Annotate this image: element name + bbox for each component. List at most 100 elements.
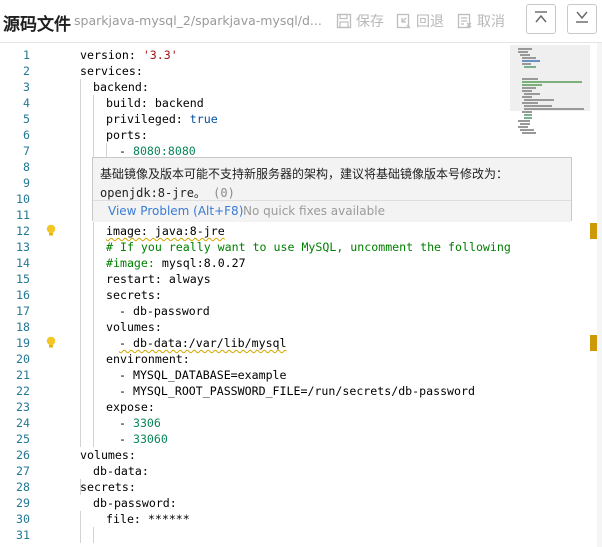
line-number: 24	[16, 416, 30, 430]
code-line: expose:	[106, 400, 155, 414]
line-number: 28	[16, 480, 30, 494]
minimap-line	[522, 78, 538, 80]
code-line: - MYSQL_DATABASE=example	[119, 368, 287, 382]
minimap-line	[524, 117, 532, 119]
line-number: 15	[16, 272, 30, 286]
revert-icon	[396, 13, 412, 29]
line-number: 4	[23, 96, 30, 110]
line-number: 1	[23, 48, 30, 62]
minimap-line	[522, 96, 532, 98]
code-line: secrets:	[106, 288, 162, 302]
minimap-line	[518, 51, 528, 53]
line-number-gutter: 1 2 3 4 5 6 7 8 9 10 11 12 13 14 15 16 1…	[0, 43, 56, 547]
code-editor[interactable]: 1 2 3 4 5 6 7 8 9 10 11 12 13 14 15 16 1…	[0, 42, 602, 547]
line-number: 18	[16, 320, 30, 334]
minimap-line	[524, 66, 536, 68]
scroll-bottom-icon	[574, 9, 590, 30]
line-number: 8	[23, 160, 30, 174]
minimap-line	[522, 63, 531, 65]
minimap-line	[522, 90, 532, 92]
minimap-line	[522, 84, 542, 86]
save-icon	[336, 13, 352, 29]
page-title: 源码文件	[3, 15, 71, 35]
hover-suggestion: openjdk:8-jre。 (0)	[100, 186, 235, 200]
line-number: 3	[23, 80, 30, 94]
code-line: - db-data:/var/lib/mysql	[119, 336, 287, 350]
editor-header: 源码文件 sparkjava-mysql_2/sparkjava-mysql/d…	[0, 0, 602, 42]
line-number: 31	[16, 528, 30, 542]
line-number: 2	[23, 64, 30, 78]
minimap-line	[522, 102, 538, 104]
minimap-line	[518, 48, 532, 50]
indent-guide	[80, 511, 81, 543]
no-quick-fixes-text: No quick fixes available	[243, 204, 385, 218]
code-line: backend:	[93, 80, 149, 94]
scroll-top-icon	[533, 9, 549, 30]
line-number: 20	[16, 352, 30, 366]
minimap-line	[520, 54, 530, 56]
code-line: #image: mysql:8.0.27	[106, 256, 246, 270]
code-line: privileged: true	[106, 112, 218, 126]
revert-label: 回退	[416, 14, 444, 30]
line-number: 30	[16, 512, 30, 526]
line-number: 29	[16, 496, 30, 510]
line-number: 17	[16, 304, 30, 318]
minimap-line	[522, 57, 536, 59]
line-number: 6	[23, 128, 30, 142]
code-line: image: java:8-jre	[106, 224, 225, 238]
minimap-line	[522, 60, 540, 62]
hover-actions: View Problem (Alt+F8) No quick fixes ava…	[93, 200, 571, 222]
minimap-line	[522, 87, 536, 89]
line-number: 10	[16, 192, 30, 206]
line-number: 7	[23, 144, 30, 158]
code-line: volumes:	[106, 320, 162, 334]
code-line: - MYSQL_ROOT_PASSWORD_FILE=/run/secrets/…	[119, 384, 475, 398]
code-line: db-data:	[93, 464, 149, 478]
warning-marker[interactable]	[590, 223, 597, 239]
code-line: file: ******	[106, 512, 190, 526]
scroll-bottom-button[interactable]	[567, 4, 597, 34]
indent-guide	[93, 527, 94, 543]
line-number: 12	[16, 224, 30, 238]
code-line: version: '3.3'	[80, 48, 178, 62]
code-line: - db-password	[119, 304, 210, 318]
warning-marker[interactable]	[590, 335, 597, 351]
line-number: 23	[16, 400, 30, 414]
minimap-line	[520, 129, 534, 131]
view-problem-link[interactable]: View Problem (Alt+F8)	[108, 204, 243, 218]
line-number: 13	[16, 240, 30, 254]
code-line: db-password:	[93, 496, 177, 510]
code-line: - 33060	[119, 432, 168, 446]
cancel-icon	[457, 13, 473, 29]
line-number: 19	[16, 336, 30, 350]
file-path: sparkjava-mysql_2/sparkjava-mysql/d...	[74, 13, 322, 28]
minimap-line	[518, 126, 528, 128]
vertical-scrollbar[interactable]	[597, 43, 602, 547]
code-line: restart: always	[106, 272, 211, 286]
minimap-line	[524, 105, 552, 107]
cancel-button[interactable]: 取消	[457, 10, 505, 32]
save-button[interactable]: 保存	[336, 10, 384, 32]
scroll-top-button[interactable]	[526, 4, 556, 34]
minimap[interactable]	[510, 45, 590, 547]
minimap-line	[520, 123, 530, 125]
code-line: ports:	[106, 128, 148, 142]
minimap-line	[524, 114, 532, 116]
code-line: services:	[80, 64, 143, 78]
code-line: secrets:	[80, 480, 136, 494]
minimap-line	[522, 132, 536, 134]
code-area[interactable]: version: '3.3' services: backend: build:…	[44, 43, 510, 547]
line-number: 16	[16, 288, 30, 302]
indent-guide	[93, 95, 94, 447]
minimap-line	[524, 93, 540, 95]
line-number: 25	[16, 432, 30, 446]
save-label: 保存	[356, 14, 384, 30]
minimap-line	[524, 108, 584, 110]
revert-button[interactable]: 回退	[396, 10, 444, 32]
minimap-line	[522, 111, 532, 113]
code-line: build: backend	[106, 96, 204, 110]
code-line: # If you really want to use MySQL, uncom…	[106, 240, 510, 254]
minimap-line	[522, 81, 582, 83]
code-line: - 3306	[119, 416, 161, 430]
indent-guide	[80, 79, 81, 447]
